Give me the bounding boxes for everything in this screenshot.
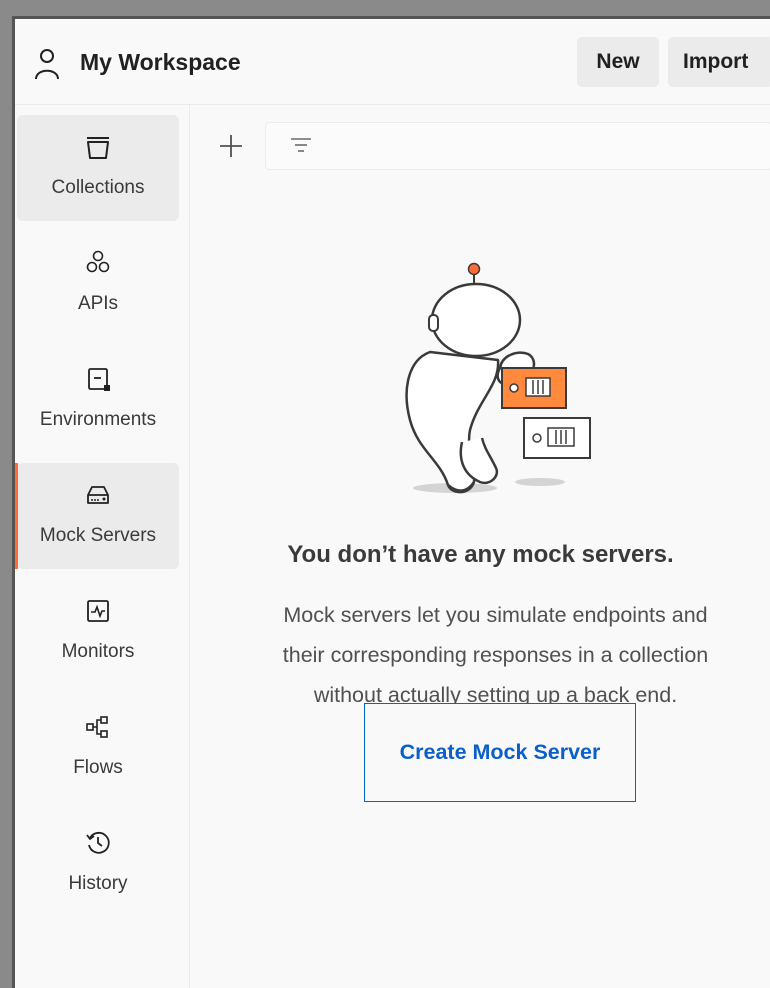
sidebar-item-label: History <box>68 873 128 894</box>
filter-icon[interactable] <box>290 136 312 156</box>
astronaut-illustration <box>405 262 591 494</box>
sidebar-item-apis[interactable]: APIs <box>17 231 179 337</box>
import-button[interactable]: Import <box>668 37 770 87</box>
sidebar-item-label: Monitors <box>61 641 135 662</box>
app-window: My Workspace New Import Collections APIs <box>12 16 770 988</box>
empty-state-description: Mock servers let you simulate endpoints … <box>221 595 770 715</box>
main-panel: You don’t have any mock servers. Mock se… <box>191 105 770 988</box>
sidebar-item-collections[interactable]: Collections <box>17 115 179 221</box>
workspace-title[interactable]: My Workspace <box>80 49 241 76</box>
apis-icon <box>86 250 110 273</box>
sidebar-item-flows[interactable]: Flows <box>17 695 179 801</box>
sidebar: Collections APIs Environments Mock Serve… <box>15 105 190 988</box>
sidebar-item-environments[interactable]: Environments <box>17 347 179 453</box>
sidebar-item-mock-servers[interactable]: Mock Servers <box>15 463 179 569</box>
mock-servers-icon <box>87 486 109 504</box>
sidebar-item-history[interactable]: History <box>17 811 179 917</box>
empty-state-description-line: Mock servers let you simulate endpoints … <box>283 603 708 627</box>
sidebar-item-label: Collections <box>51 177 145 198</box>
sidebar-item-label: Mock Servers <box>39 525 157 546</box>
monitors-icon <box>87 600 109 622</box>
create-mock-server-button[interactable]: Create Mock Server <box>364 703 636 802</box>
sidebar-item-monitors[interactable]: Monitors <box>17 579 179 685</box>
collections-icon <box>87 137 109 159</box>
environments-icon <box>88 368 110 391</box>
history-icon <box>86 831 110 854</box>
sidebar-item-label: APIs <box>77 293 119 314</box>
sidebar-item-label: Flows <box>73 757 123 778</box>
empty-state-description-line: their corresponding responses in a colle… <box>282 643 709 667</box>
workspace-header: My Workspace New Import <box>15 19 770 105</box>
user-icon <box>35 49 59 80</box>
filter-input[interactable] <box>265 122 770 170</box>
new-button[interactable]: New <box>577 37 659 87</box>
flows-icon <box>86 716 108 738</box>
plus-icon[interactable] <box>218 133 244 159</box>
sidebar-item-label: Environments <box>39 409 157 430</box>
empty-state-title: You don’t have any mock servers. <box>287 541 674 568</box>
